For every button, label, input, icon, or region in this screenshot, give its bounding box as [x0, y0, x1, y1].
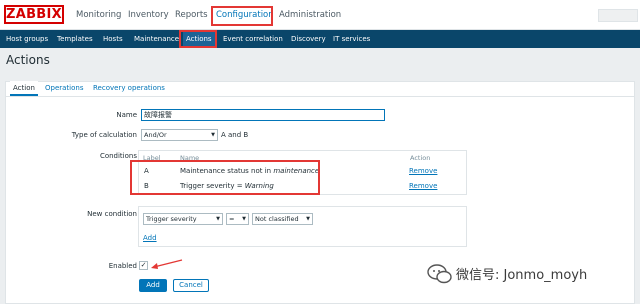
sub-menu: Host groups Templates Hosts Maintenance …: [0, 30, 640, 48]
sub-menu-event-correlation[interactable]: Event correlation: [223, 30, 283, 48]
sub-menu-hosts[interactable]: Hosts: [103, 30, 123, 48]
condition-b-remove-link[interactable]: Remove: [409, 182, 437, 190]
sub-menu-discovery[interactable]: Discovery: [291, 30, 326, 48]
enabled-checkbox[interactable]: ✓: [139, 261, 148, 270]
watermark: 微信号: Jonmo_moyh: [422, 262, 636, 286]
search-input[interactable]: [598, 9, 638, 22]
type-of-calculation-select[interactable]: And/Or ▼: [141, 129, 218, 141]
conditions-header-name: Name: [180, 154, 200, 162]
chevron-down-icon: ▼: [242, 216, 246, 222]
page-title: Actions: [6, 53, 50, 67]
sub-menu-actions[interactable]: Actions: [183, 30, 215, 48]
top-menu-configuration[interactable]: Configuration: [216, 0, 274, 30]
zabbix-logo[interactable]: ZABBIX: [4, 5, 64, 24]
chevron-down-icon: ▼: [211, 132, 215, 138]
condition-a-name: Maintenance status not in maintenance: [180, 167, 320, 175]
sub-menu-maintenance[interactable]: Maintenance: [134, 30, 179, 48]
wechat-icon: [427, 264, 452, 284]
condition-b-name: Trigger severity = Warning: [180, 182, 274, 190]
type-of-calculation-label: Type of calculation: [71, 131, 137, 139]
name-input[interactable]: 故障报警: [141, 109, 385, 121]
add-button[interactable]: Add: [139, 279, 167, 292]
calculation-formula: A and B: [221, 131, 249, 139]
conditions-header-label: Label: [143, 154, 161, 162]
chevron-down-icon: ▼: [216, 216, 220, 222]
new-condition-operator-value: =: [229, 215, 235, 223]
top-menu-inventory[interactable]: Inventory: [128, 0, 169, 30]
sub-menu-host-groups[interactable]: Host groups: [6, 30, 48, 48]
top-menu-administration[interactable]: Administration: [279, 0, 341, 30]
new-condition-value-select[interactable]: Not classified ▼: [252, 213, 313, 225]
condition-a-label: A: [144, 167, 149, 175]
new-condition-label: New condition: [87, 210, 137, 218]
tab-divider: [5, 96, 635, 97]
top-menu-monitoring[interactable]: Monitoring: [76, 0, 121, 30]
conditions-header-action: Action: [410, 154, 431, 162]
tab-recovery-operations[interactable]: Recovery operations: [93, 81, 165, 96]
chevron-down-icon: ▼: [306, 216, 310, 222]
new-condition-type-value: Trigger severity: [146, 215, 197, 223]
tab-action[interactable]: Action: [10, 81, 38, 96]
sub-menu-templates[interactable]: Templates: [57, 30, 93, 48]
new-condition-add-link[interactable]: Add: [143, 234, 157, 242]
watermark-text: 微信号: Jonmo_moyh: [456, 268, 588, 283]
condition-a-remove-link[interactable]: Remove: [409, 167, 437, 175]
enabled-label: Enabled: [108, 262, 137, 270]
type-of-calculation-value: And/Or: [144, 131, 167, 139]
cancel-button[interactable]: Cancel: [173, 279, 209, 292]
top-bar: ZABBIX Monitoring Inventory Reports Conf…: [0, 0, 640, 30]
conditions-label: Conditions: [99, 152, 137, 160]
new-condition-operator-select[interactable]: = ▼: [226, 213, 249, 225]
name-label: Name: [116, 111, 137, 119]
red-arrow-icon: [151, 259, 183, 269]
top-menu-reports[interactable]: Reports: [175, 0, 208, 30]
sub-menu-it-services[interactable]: IT services: [333, 30, 370, 48]
condition-b-label: B: [144, 182, 149, 190]
new-condition-value-value: Not classified: [255, 215, 299, 223]
tab-operations[interactable]: Operations: [45, 81, 83, 96]
new-condition-type-select[interactable]: Trigger severity ▼: [143, 213, 223, 225]
